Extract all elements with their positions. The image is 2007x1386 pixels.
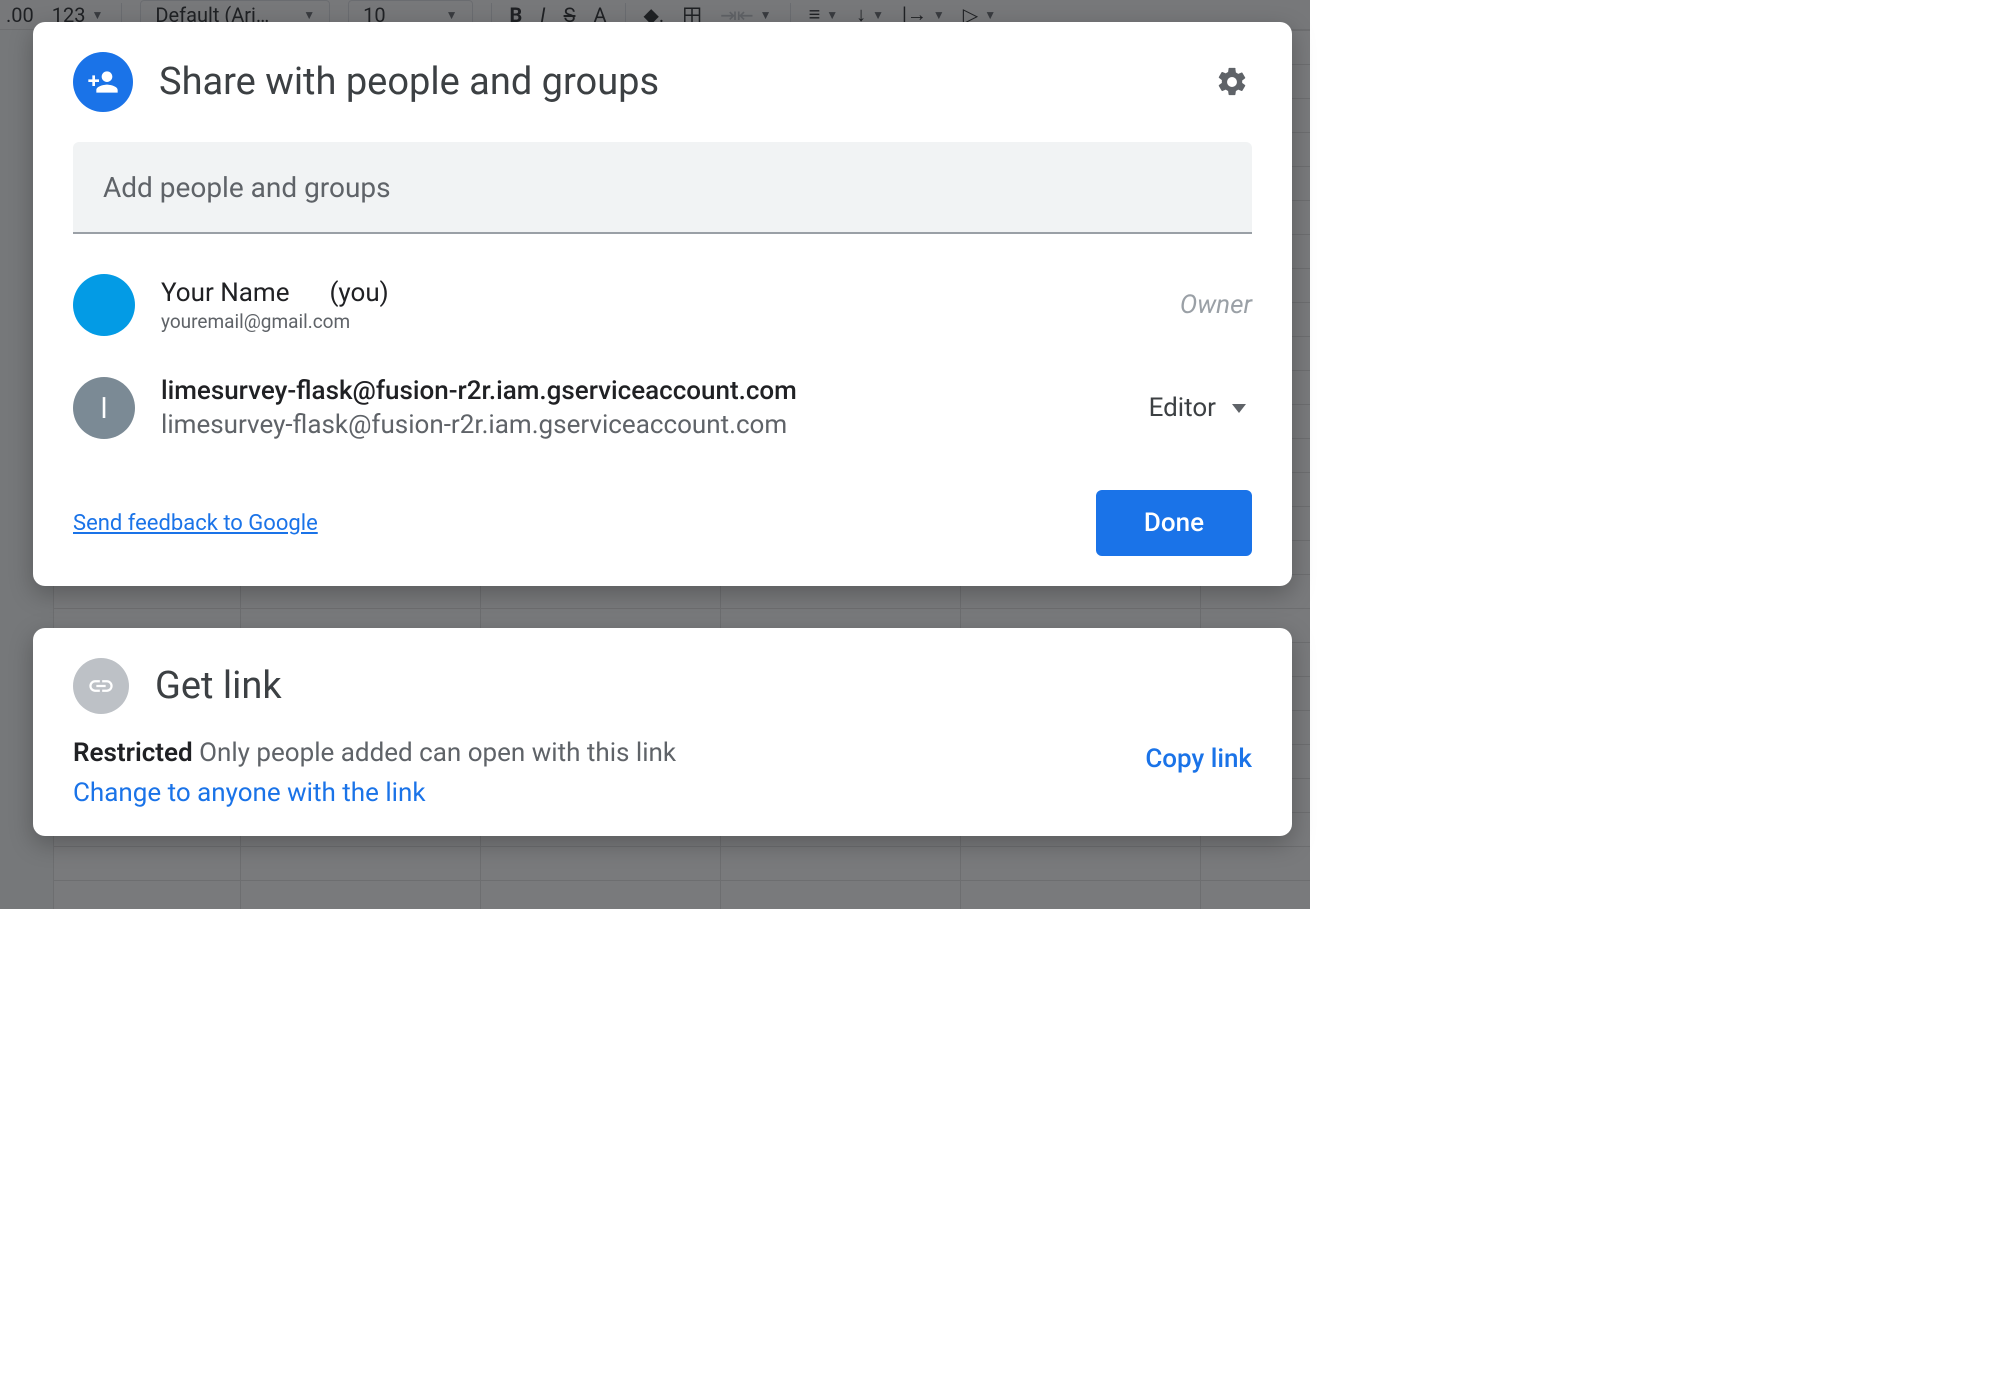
person-row-owner: Your Name (you) youremail@gmail.com Owne…: [73, 264, 1252, 346]
copy-link-button[interactable]: Copy link: [1145, 744, 1252, 774]
restricted-bold: Restricted: [73, 738, 193, 768]
you-badge: (you): [330, 278, 389, 308]
avatar: [73, 274, 135, 336]
role-label-owner: Owner: [1180, 290, 1252, 320]
done-button[interactable]: Done: [1096, 490, 1252, 556]
restricted-rest: Only people added can open with this lin…: [199, 738, 676, 768]
person-row-editor: l limesurvey-flask@fusion-r2r.iam.gservi…: [73, 366, 1252, 450]
role-dropdown-label: Editor: [1149, 393, 1216, 423]
person-add-icon: [73, 52, 133, 112]
get-link-card: Get link Restricted Only people added ca…: [33, 628, 1292, 836]
add-people-input[interactable]: [73, 142, 1252, 234]
person-email: youremail@gmail.com: [161, 310, 1154, 333]
avatar: l: [73, 377, 135, 439]
restricted-description: Restricted Only people added can open wi…: [73, 738, 676, 768]
link-icon: [73, 658, 129, 714]
gear-icon[interactable]: [1212, 62, 1252, 102]
get-link-title: Get link: [155, 664, 282, 708]
person-name: limesurvey-flask@fusion-r2r.iam.gservice…: [161, 376, 1117, 406]
role-dropdown[interactable]: Editor: [1143, 385, 1252, 431]
person-name: Your Name: [161, 278, 290, 308]
change-access-link[interactable]: Change to anyone with the link: [73, 778, 676, 808]
feedback-link[interactable]: Send feedback to Google: [73, 511, 318, 536]
person-email: limesurvey-flask@fusion-r2r.iam.gservice…: [161, 410, 1117, 440]
chevron-down-icon: [1232, 404, 1246, 413]
share-dialog-title: Share with people and groups: [159, 60, 1186, 104]
share-dialog: Share with people and groups Your Name (…: [33, 22, 1292, 586]
